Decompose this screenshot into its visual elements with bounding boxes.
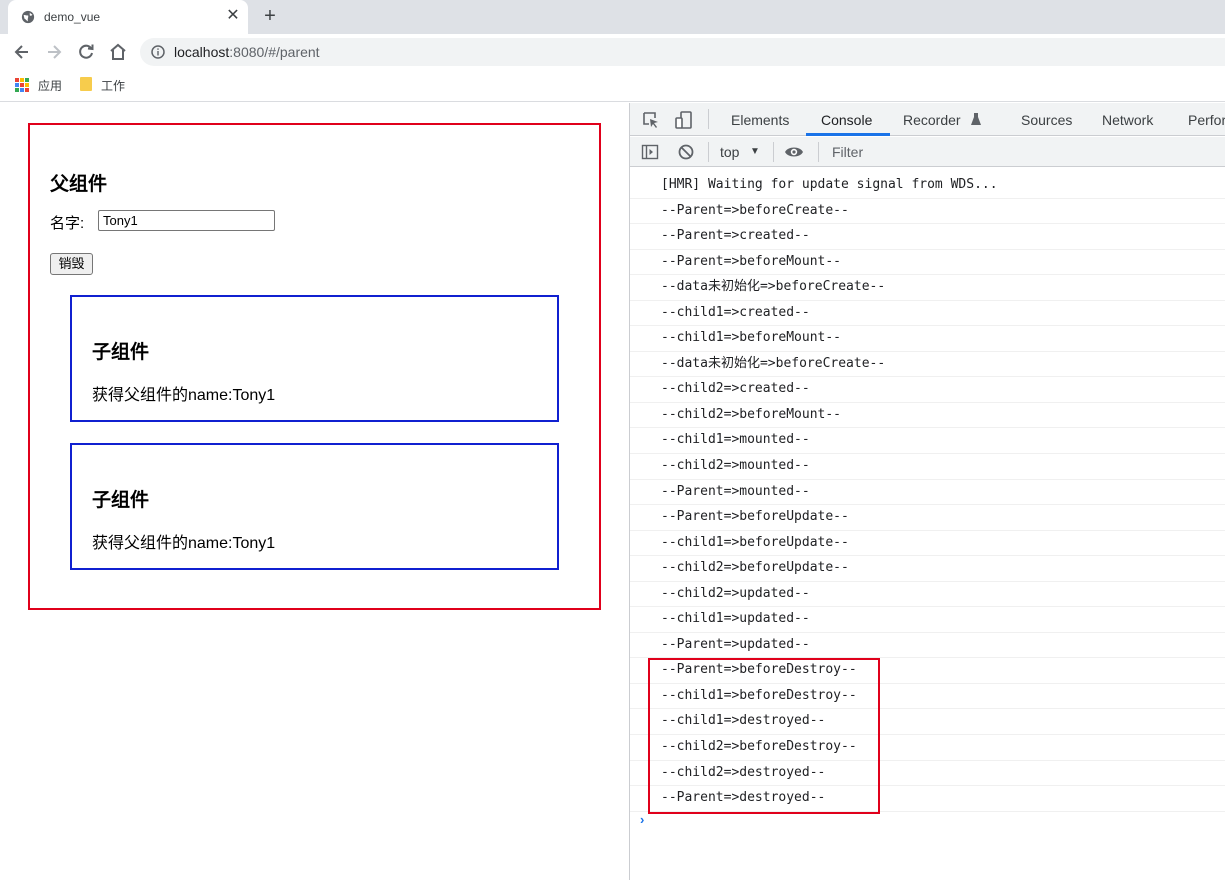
highlight-box	[648, 658, 880, 814]
devtools-tab-bar: Elements Console Recorder Sources Networ…	[630, 103, 1225, 136]
console-line: --Parent=>updated--	[630, 633, 1225, 659]
clear-console-icon[interactable]	[677, 143, 695, 161]
reload-icon[interactable]	[76, 42, 96, 62]
console-line: --data未初始化=>beforeCreate--	[630, 275, 1225, 301]
console-line: --child1=>beforeMount--	[630, 326, 1225, 352]
console-line: --Parent=>beforeUpdate--	[630, 505, 1225, 531]
parent-component: 父组件 名字: 销毁 子组件 获得父组件的name:Tony1 子组件 获得父组…	[28, 123, 601, 610]
console-line: --Parent=>created--	[630, 224, 1225, 250]
active-tab-indicator	[806, 133, 890, 136]
address-bar[interactable]: localhost:8080/#/parent	[140, 38, 1225, 66]
console-line: --child1=>updated--	[630, 607, 1225, 633]
console-line: --child2=>created--	[630, 377, 1225, 403]
url-path: :8080/#/parent	[229, 44, 320, 60]
child-name-text: 获得父组件的name:Tony1	[92, 387, 276, 404]
child-component-1: 子组件 获得父组件的name:Tony1	[70, 295, 559, 422]
separator	[708, 109, 709, 129]
bookmark-work[interactable]: 工作	[101, 77, 125, 95]
console-line: --Parent=>beforeMount--	[630, 250, 1225, 276]
sidebar-toggle-icon[interactable]	[641, 143, 659, 161]
separator	[818, 142, 819, 162]
console-line: --child2=>updated--	[630, 582, 1225, 608]
info-icon[interactable]	[151, 45, 165, 59]
console-line: --Parent=>beforeCreate--	[630, 199, 1225, 225]
back-arrow-icon[interactable]	[12, 42, 32, 62]
name-input[interactable]	[98, 210, 275, 231]
console-toolbar: top ▼ Filter	[630, 137, 1225, 167]
forward-arrow-icon[interactable]	[44, 42, 64, 62]
separator	[708, 142, 709, 162]
eye-icon[interactable]	[784, 143, 804, 161]
bookmark-apps[interactable]: 应用	[38, 77, 62, 95]
caret-down-icon[interactable]: ▼	[750, 146, 760, 157]
console-line: [HMR] Waiting for update signal from WDS…	[630, 173, 1225, 199]
folder-icon	[80, 77, 92, 91]
device-toolbar-icon[interactable]	[674, 110, 694, 130]
filter-input[interactable]: Filter	[832, 144, 863, 160]
inspect-element-icon[interactable]	[641, 110, 661, 130]
destroy-button[interactable]: 销毁	[50, 253, 93, 275]
console-line: --child1=>mounted--	[630, 428, 1225, 455]
browser-toolbar: localhost:8080/#/parent	[0, 34, 1225, 70]
tab-close-icon[interactable]: ✕	[225, 8, 241, 24]
tab-title: demo_vue	[44, 10, 101, 24]
console-line: --data未初始化=>beforeCreate--	[630, 352, 1225, 378]
tab-network[interactable]: Network	[1102, 112, 1153, 128]
name-label: 名字:	[50, 215, 85, 232]
tab-elements[interactable]: Elements	[731, 112, 789, 128]
console-line: --Parent=>mounted--	[630, 480, 1225, 506]
child-name-text: 获得父组件的name:Tony1	[92, 535, 276, 552]
browser-tab[interactable]: demo_vue ✕	[8, 0, 248, 34]
separator	[773, 142, 774, 162]
home-icon[interactable]	[108, 42, 128, 62]
console-line: --child2=>mounted--	[630, 454, 1225, 480]
globe-icon	[21, 10, 35, 24]
url-text: localhost:8080/#/parent	[174, 44, 320, 60]
context-selector[interactable]: top	[720, 144, 739, 160]
console-line: --child2=>beforeMount--	[630, 403, 1225, 429]
apps-grid-icon[interactable]	[15, 78, 29, 92]
console-prompt[interactable]: ›	[640, 812, 644, 827]
flask-icon	[971, 113, 981, 125]
child-title: 子组件	[92, 490, 150, 511]
bookmarks-bar: 应用 工作	[0, 70, 1225, 102]
tab-sources[interactable]: Sources	[1021, 112, 1072, 128]
console-line: --child1=>beforeUpdate--	[630, 531, 1225, 557]
child-component-2: 子组件 获得父组件的name:Tony1	[70, 443, 559, 570]
tab-recorder[interactable]: Recorder	[903, 112, 961, 128]
parent-title: 父组件	[50, 174, 108, 195]
new-tab-button[interactable]: +	[260, 6, 280, 26]
devtools-panel: Elements Console Recorder Sources Networ…	[629, 103, 1225, 880]
tab-strip: demo_vue ✕ +	[0, 0, 1225, 34]
tab-console[interactable]: Console	[821, 112, 872, 128]
url-host: localhost	[174, 44, 230, 60]
console-line: --child2=>beforeUpdate--	[630, 556, 1225, 582]
page-viewport: 父组件 名字: 销毁 子组件 获得父组件的name:Tony1 子组件 获得父组…	[0, 103, 629, 880]
console-line: --child1=>created--	[630, 301, 1225, 327]
tab-performance[interactable]: Perfor	[1188, 112, 1225, 128]
child-title: 子组件	[92, 342, 150, 363]
